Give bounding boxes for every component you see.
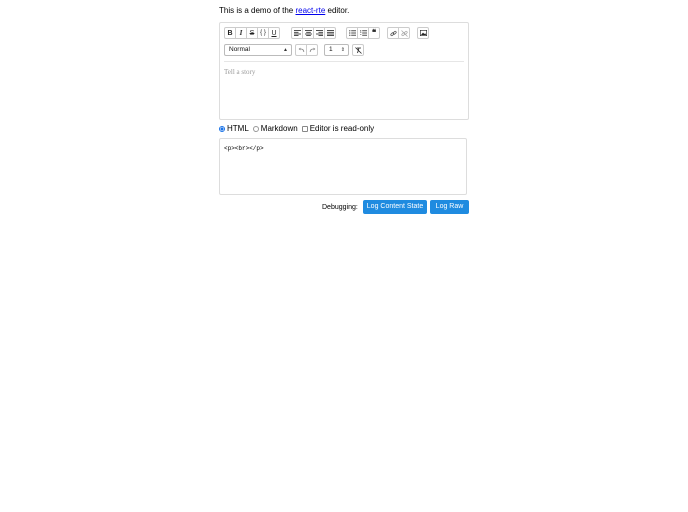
quote-icon: ❝	[371, 28, 377, 37]
log-content-state-button[interactable]: Log Content State	[363, 200, 427, 214]
underline-label: U	[271, 29, 277, 37]
debugging-label: Debugging:	[322, 204, 358, 211]
code-label: { }	[260, 30, 266, 36]
redo-icon	[309, 47, 315, 53]
bold-label: B	[227, 29, 233, 37]
select-chevron-icon: ▲	[283, 47, 288, 53]
underline-button[interactable]: U	[268, 27, 280, 39]
align-center-icon	[304, 30, 312, 36]
radio-html-label: HTML	[227, 124, 249, 133]
align-right-icon	[315, 30, 323, 36]
readonly-checkbox[interactable]	[301, 126, 308, 132]
font-size-value: 1	[329, 46, 333, 53]
intro-text: This is a demo of the react-rte editor.	[219, 6, 349, 16]
undo-icon	[298, 47, 304, 53]
align-justify-icon	[326, 30, 334, 36]
rich-text-editor: B I S { } U ❝ Normal ▲ 1 ⇕ Tell a story	[219, 22, 469, 120]
strikethrough-label: S	[249, 29, 255, 37]
bullet-list-icon	[348, 30, 356, 36]
source-textarea[interactable]: <p><br></p>	[219, 138, 467, 195]
numbered-list-icon	[359, 30, 367, 36]
link-icon	[389, 30, 397, 36]
link-group	[387, 27, 410, 39]
radio-markdown-label: Markdown	[260, 124, 298, 133]
italic-label: I	[239, 28, 243, 37]
block-type-select[interactable]: Normal ▲	[224, 44, 292, 56]
radio-markdown[interactable]	[252, 126, 259, 132]
list-group: ❝	[346, 27, 380, 39]
unlink-button[interactable]	[398, 27, 410, 39]
inline-style-group: B I S { } U	[224, 27, 280, 39]
redo-button[interactable]	[306, 44, 318, 56]
block-type-value: Normal	[229, 46, 250, 53]
clear-format-button[interactable]	[352, 44, 364, 56]
image-group	[417, 27, 429, 39]
unlink-icon	[400, 29, 408, 37]
intro-suffix: editor.	[325, 6, 350, 15]
image-icon	[419, 30, 427, 36]
alignment-group	[291, 27, 336, 39]
align-left-icon	[293, 30, 301, 36]
insert-image-button[interactable]	[417, 27, 429, 39]
align-justify-button[interactable]	[324, 27, 336, 39]
toolbar-divider	[224, 61, 464, 62]
select-chevron-icon: ⇕	[340, 47, 345, 53]
font-size-select[interactable]: 1 ⇕	[324, 44, 349, 56]
readonly-label: Editor is read-only	[309, 124, 375, 133]
clear-format-group	[352, 44, 364, 56]
clear-format-icon	[354, 46, 362, 54]
radio-html[interactable]	[219, 126, 225, 132]
editor-placeholder[interactable]: Tell a story	[224, 68, 255, 76]
intro-prefix: This is a demo of the	[219, 6, 296, 15]
history-group	[295, 44, 318, 56]
blockquote-button[interactable]: ❝	[368, 27, 380, 39]
react-rte-link[interactable]: react-rte	[295, 6, 325, 15]
log-raw-button[interactable]: Log Raw	[430, 200, 469, 214]
format-options: HTML Markdown Editor is read-only	[219, 124, 374, 134]
